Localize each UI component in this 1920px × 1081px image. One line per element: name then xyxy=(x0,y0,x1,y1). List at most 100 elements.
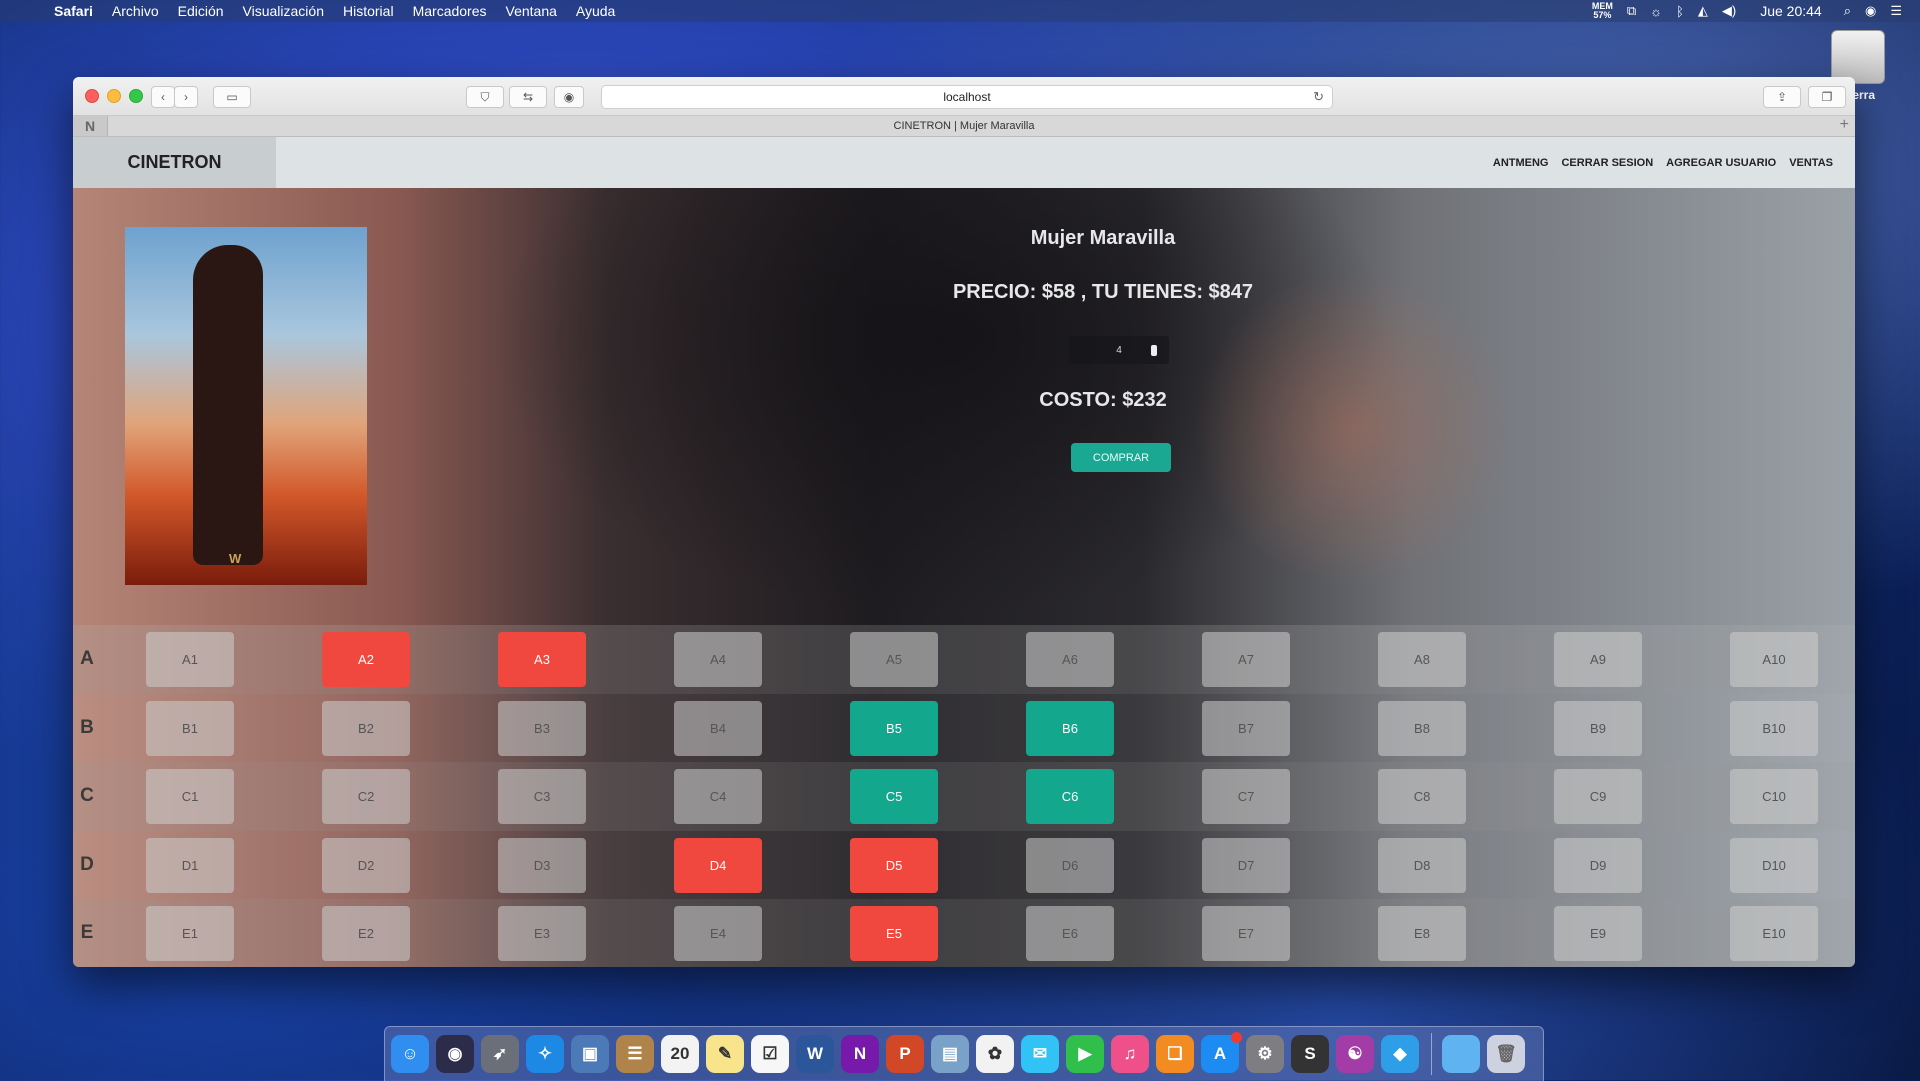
seat-b4[interactable]: B4 xyxy=(674,700,762,756)
seat-a8[interactable]: A8 xyxy=(1378,632,1466,687)
finder-icon[interactable]: ☺ xyxy=(391,1035,429,1073)
sequel-icon[interactable]: ◆ xyxy=(1381,1035,1419,1073)
site-brand[interactable]: CINETRON xyxy=(73,137,276,188)
menu-clock[interactable]: Jue 20:44 xyxy=(1760,3,1822,19)
seat-d10[interactable]: D10 xyxy=(1730,837,1818,893)
menu-app-name[interactable]: Safari xyxy=(54,3,93,19)
github-icon[interactable]: ☯ xyxy=(1336,1035,1374,1073)
seat-d8[interactable]: D8 xyxy=(1378,837,1466,893)
seat-b10[interactable]: B10 xyxy=(1730,700,1818,756)
menu-marcadores[interactable]: Marcadores xyxy=(413,3,487,19)
seat-c4[interactable]: C4 xyxy=(674,769,762,825)
calendar-icon[interactable]: 20 xyxy=(661,1035,699,1073)
wifi-icon[interactable]: ◭ xyxy=(1698,3,1708,19)
minimize-window-button[interactable] xyxy=(107,89,121,103)
airplay-icon[interactable]: ⧉ xyxy=(1627,3,1636,19)
seat-a9[interactable]: A9 xyxy=(1554,632,1642,687)
reload-icon[interactable]: ↻ xyxy=(1313,89,1324,105)
volume-icon[interactable]: ◀) xyxy=(1722,3,1736,19)
notification-center-icon[interactable]: ☰ xyxy=(1890,3,1902,19)
sidebar-toggle-button[interactable]: ▭ xyxy=(213,86,251,108)
seat-a10[interactable]: A10 xyxy=(1730,632,1818,687)
seat-a7[interactable]: A7 xyxy=(1202,632,1290,687)
menu-historial[interactable]: Historial xyxy=(343,3,394,19)
seat-c3[interactable]: C3 xyxy=(498,769,586,825)
preview-icon[interactable]: ▣ xyxy=(571,1035,609,1073)
downloads-folder-icon[interactable] xyxy=(1442,1035,1480,1073)
bluetooth-icon[interactable]: ᛒ xyxy=(1676,4,1684,19)
menu-visualizacion[interactable]: Visualización xyxy=(243,3,324,19)
share-button[interactable]: ⇪ xyxy=(1763,86,1801,108)
ibooks-icon[interactable]: ❏ xyxy=(1156,1035,1194,1073)
seat-d3[interactable]: D3 xyxy=(498,837,586,893)
forward-button[interactable]: › xyxy=(174,86,198,108)
seat-b6[interactable]: B6 xyxy=(1026,700,1114,756)
safari-icon[interactable]: ✧ xyxy=(526,1035,564,1073)
seat-e3[interactable]: E3 xyxy=(498,906,586,962)
itunes-icon[interactable]: ♫ xyxy=(1111,1035,1149,1073)
powerpoint-icon[interactable]: P xyxy=(886,1035,924,1073)
nav-sales[interactable]: VENTAS xyxy=(1789,157,1833,169)
new-tab-button[interactable]: + xyxy=(1840,116,1849,134)
menu-ayuda[interactable]: Ayuda xyxy=(576,3,615,19)
onenote-icon[interactable]: N xyxy=(841,1035,879,1073)
menu-edicion[interactable]: Edición xyxy=(178,3,224,19)
reminders-icon[interactable]: ☑ xyxy=(751,1035,789,1073)
seat-e6[interactable]: E6 xyxy=(1026,906,1114,962)
extension-button[interactable]: ⇆ xyxy=(509,86,547,108)
seat-b2[interactable]: B2 xyxy=(322,700,410,756)
notes-icon[interactable]: ✎ xyxy=(706,1035,744,1073)
seat-c5[interactable]: C5 xyxy=(850,769,938,825)
tabs-overview-button[interactable]: ❐ xyxy=(1808,86,1846,108)
zoom-window-button[interactable] xyxy=(129,89,143,103)
seat-b7[interactable]: B7 xyxy=(1202,700,1290,756)
seat-a2[interactable]: A2 xyxy=(322,632,410,687)
seat-c10[interactable]: C10 xyxy=(1730,769,1818,825)
contacts-icon[interactable]: ☰ xyxy=(616,1035,654,1073)
seat-c1[interactable]: C1 xyxy=(146,769,234,825)
seat-b9[interactable]: B9 xyxy=(1554,700,1642,756)
ticket-quantity-input[interactable]: 4 xyxy=(1069,336,1169,364)
system-preferences-icon[interactable]: ⚙ xyxy=(1246,1035,1284,1073)
nav-logout[interactable]: CERRAR SESION xyxy=(1561,157,1653,169)
seat-e1[interactable]: E1 xyxy=(146,906,234,962)
seat-a4[interactable]: A4 xyxy=(674,632,762,687)
seat-a1[interactable]: A1 xyxy=(146,632,234,687)
back-button[interactable]: ‹ xyxy=(151,86,175,108)
memory-status[interactable]: MEM 57% xyxy=(1592,2,1613,20)
seat-e7[interactable]: E7 xyxy=(1202,906,1290,962)
brightness-icon[interactable]: ☼ xyxy=(1650,4,1662,19)
nav-add-user[interactable]: AGREGAR USUARIO xyxy=(1666,157,1776,169)
seat-d4[interactable]: D4 xyxy=(674,837,762,893)
photos-icon[interactable]: ✿ xyxy=(976,1035,1014,1073)
facetime-icon[interactable]: ▶ xyxy=(1066,1035,1104,1073)
seat-d6[interactable]: D6 xyxy=(1026,837,1114,893)
seat-a5[interactable]: A5 xyxy=(850,632,938,687)
seat-b3[interactable]: B3 xyxy=(498,700,586,756)
seat-e10[interactable]: E10 xyxy=(1730,906,1818,962)
menu-archivo[interactable]: Archivo xyxy=(112,3,159,19)
sublime-icon[interactable]: S xyxy=(1291,1035,1329,1073)
seat-c8[interactable]: C8 xyxy=(1378,769,1466,825)
seat-d7[interactable]: D7 xyxy=(1202,837,1290,893)
seat-b8[interactable]: B8 xyxy=(1378,700,1466,756)
seat-d1[interactable]: D1 xyxy=(146,837,234,893)
buy-button[interactable]: COMPRAR xyxy=(1071,443,1171,472)
trash-icon[interactable]: 🗑 xyxy=(1487,1035,1525,1073)
seat-c9[interactable]: C9 xyxy=(1554,769,1642,825)
seat-e9[interactable]: E9 xyxy=(1554,906,1642,962)
address-bar[interactable]: localhost ↻ xyxy=(601,85,1333,109)
launchpad-icon[interactable]: ➶ xyxy=(481,1035,519,1073)
messages-icon[interactable]: ✉ xyxy=(1021,1035,1059,1073)
seat-d9[interactable]: D9 xyxy=(1554,837,1642,893)
seat-b5[interactable]: B5 xyxy=(850,700,938,756)
seat-a6[interactable]: A6 xyxy=(1026,632,1114,687)
seat-e8[interactable]: E8 xyxy=(1378,906,1466,962)
menu-ventana[interactable]: Ventana xyxy=(506,3,557,19)
record-button[interactable]: ◉ xyxy=(554,86,584,108)
close-window-button[interactable] xyxy=(85,89,99,103)
active-tab-title[interactable]: CINETRON | Mujer Maravilla xyxy=(894,120,1035,132)
siri-menu-icon[interactable]: ◉ xyxy=(1865,3,1876,19)
nav-user[interactable]: ANTMENG xyxy=(1493,157,1549,169)
app-store-icon[interactable]: A xyxy=(1201,1032,1242,1073)
